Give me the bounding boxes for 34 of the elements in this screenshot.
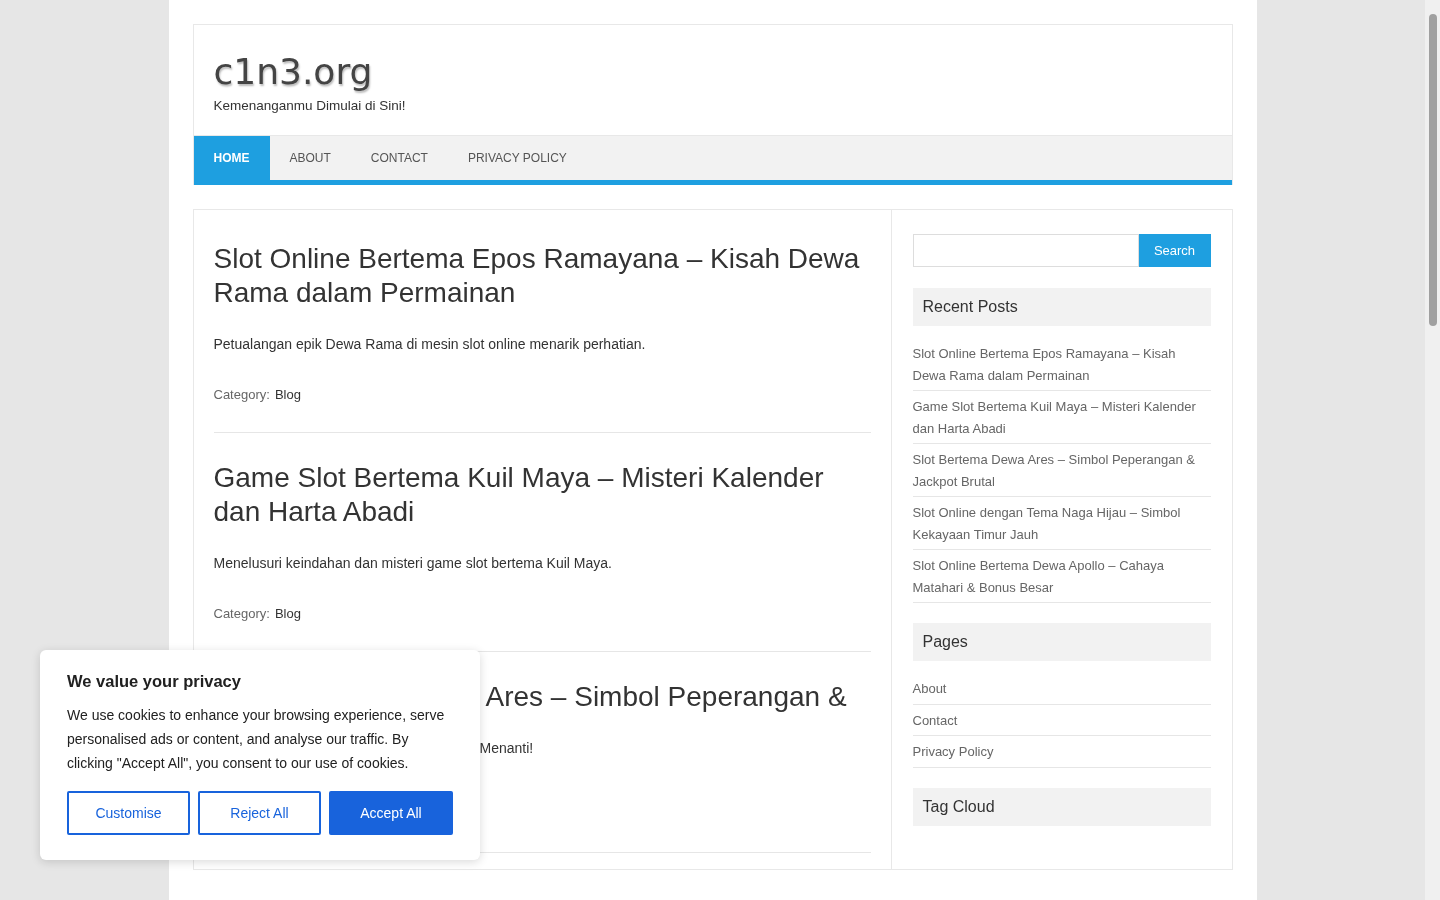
post-title[interactable]: Slot Online Bertema Epos Ramayana – Kisah Dewa Rama dalam Permainan [213,242,871,310]
menu-item[interactable]: CONTACT [350,136,448,180]
scrollbar[interactable] [1425,0,1440,900]
recent-post-link[interactable]: Slot Online Bertema Dewa Apollo – Cahaya Matahari & Bonus Besar [912,550,1211,603]
widget-heading: Tag Cloud [912,787,1211,826]
category-link[interactable]: Blog [274,605,301,623]
cookie-button[interactable]: Customise [67,791,190,835]
cookie-button[interactable]: Reject All [198,791,321,835]
cookie-title: We value your privacy [67,672,242,691]
recent-post-link[interactable]: Game Slot Bertema Kuil Maya – Misteri Kalender dan Harta Abadi [912,391,1211,444]
menu-item[interactable]: ABOUT [269,136,351,180]
post-excerpt: Petualangan epik Dewa Rama di mesin slot online menarik perhatian. [213,335,647,354]
widget-heading: Recent Posts [912,288,1211,326]
post-excerpt: Menanti! [479,739,535,758]
site-title[interactable]: c1n3.org [213,51,1212,92]
page-link[interactable]: Privacy Policy [912,736,1211,768]
cookie-text: We use cookies to enhance your browsing experience, serve personalised ads or content, and analyse our traffic. By clicking "Accept All", you consent to our use of cookies. [67,706,446,773]
scrollbar-thumb[interactable] [1428,14,1437,326]
post-excerpt: Menelusuri keindahan dan misteri game slot bertema Kuil Maya. [213,554,613,573]
menu-item[interactable]: PRIVACY POLICY [447,136,587,180]
recent-post-link[interactable]: Slot Online dengan Tema Naga Hijau – Simbol Kekayaan Timur Jauh [912,497,1211,550]
category-link[interactable]: Blog [274,386,301,404]
recent-post-link[interactable]: Slot Online Bertema Epos Ramayana – Kisah Dewa Rama dalam Permainan [912,338,1211,391]
recent-post-link[interactable]: Slot Bertema Dewa Ares – Simbol Peperangan & Jackpot Brutal [912,444,1211,497]
post-title[interactable]: Game Slot Bertema Kuil Maya – Misteri Kalender dan Harta Abadi [213,461,871,529]
cookie-button[interactable]: Accept All [329,791,453,835]
widget-heading: Pages [912,623,1211,661]
page-link[interactable]: About [912,673,1211,705]
site-tagline: Kemenanganmu Dimulai di Sini! [213,98,407,113]
category-label: Category: [213,605,270,623]
category-label: Category: [213,386,270,404]
page-link[interactable]: Contact [912,704,1211,736]
search-field[interactable] [912,234,1139,267]
post-title[interactable]: Ares – Simbol Peperangan & [485,680,871,714]
